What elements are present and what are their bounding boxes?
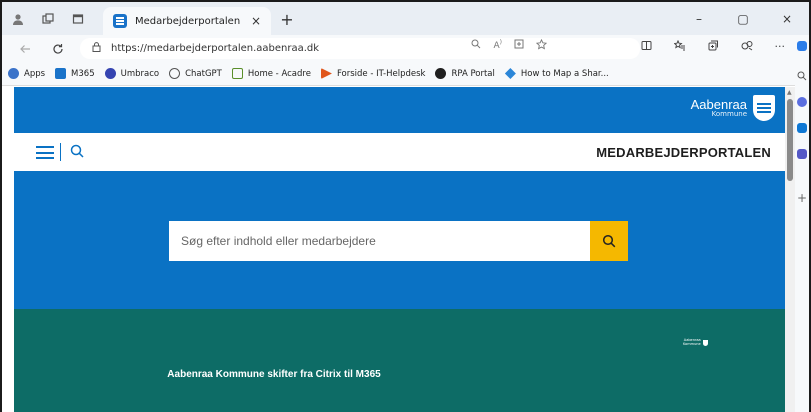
outlook-icon[interactable] [797, 123, 807, 133]
site-navbar: MEDARBEJDERPORTALEN [14, 133, 785, 171]
tab-title: Medarbejderportalen [135, 15, 241, 27]
rpa-icon [435, 68, 447, 79]
brand-sub: Kommune [711, 110, 747, 118]
tab-medarbejderportalen[interactable]: Medarbejderportalen × [103, 7, 271, 35]
app-available-icon[interactable] [514, 39, 524, 53]
minimize-button[interactable]: – [677, 2, 721, 35]
bookmark-label: Home - Acadre [247, 68, 311, 79]
mini-coat-of-arms-icon [702, 339, 708, 346]
favorites-icon[interactable] [672, 39, 686, 54]
collections-icon[interactable] [708, 40, 719, 54]
search-field-wrapper [169, 221, 590, 261]
bookmark-label: ChatGPT [185, 68, 222, 79]
menu-hamburger-icon[interactable] [36, 146, 54, 159]
new-tab-button[interactable]: + [278, 10, 296, 29]
window-close-button[interactable]: × [765, 2, 809, 35]
nav-search-icon[interactable] [70, 144, 84, 158]
tab-close-button[interactable]: × [247, 14, 265, 28]
news-headline[interactable]: Aabenraa Kommune skifter fra Citrix til … [14, 369, 534, 380]
bookmark-label: Apps [24, 68, 46, 79]
bookmark-acadre[interactable]: Home - Acadre [231, 68, 311, 79]
more-menu-icon[interactable]: ··· [775, 40, 786, 54]
profile-icon[interactable] [10, 11, 26, 27]
back-arrow-icon [20, 45, 30, 53]
news-logo-sub: Kommune [683, 341, 701, 346]
news-banner[interactable]: Aabenraa Kommune Aabenraa Kommune skifter… [14, 309, 785, 412]
url-text[interactable]: https://medarbejderportalen.aabenraa.dk [111, 43, 319, 54]
teams-icon[interactable] [797, 149, 807, 159]
page-scrollbar[interactable]: ▲ [785, 87, 795, 412]
add-sidebar-app-icon[interactable]: + [797, 192, 807, 204]
favorite-star-icon[interactable] [535, 38, 548, 53]
search-input[interactable] [181, 234, 590, 248]
site-favicon-icon [113, 14, 127, 28]
search-section [14, 171, 785, 309]
bookmark-sharepoint-map[interactable]: How to Map a Shar... [504, 68, 609, 79]
bookmark-it-helpdesk[interactable]: Forside - IT-Helpdesk [320, 68, 426, 79]
search-icon [602, 234, 616, 248]
tab-strip: Medarbejderportalen × + – ▢ × [2, 2, 809, 35]
bookmark-label: How to Map a Shar... [520, 68, 609, 79]
search-button[interactable] [590, 221, 628, 261]
edge-sidebar: + [795, 35, 809, 412]
bookmark-umbraco[interactable]: Umbraco [104, 68, 160, 79]
extensions-icon[interactable] [741, 40, 753, 54]
read-aloud-icon[interactable]: A) [493, 39, 502, 53]
bookmark-rpa-portal[interactable]: RPA Portal [435, 68, 495, 79]
apps-icon [8, 68, 19, 79]
tab-actions-icon[interactable] [70, 11, 86, 27]
bookmark-label: M365 [71, 68, 95, 79]
bookmarks-bar: Apps M365 Umbraco ChatGPT Home - Acadre … [2, 62, 809, 86]
zoom-icon[interactable] [471, 39, 481, 53]
bookmark-label: Umbraco [120, 68, 160, 79]
sidebar-search-icon[interactable] [797, 71, 807, 81]
coat-of-arms-icon [753, 95, 775, 121]
lock-icon [92, 42, 101, 55]
address-toolbar: https://medarbejderportalen.aabenraa.dk … [2, 35, 809, 62]
chatgpt-icon [169, 68, 181, 79]
m365-icon [55, 68, 67, 79]
nav-divider [60, 143, 61, 161]
refresh-icon [53, 44, 63, 54]
back-button[interactable] [16, 40, 34, 58]
sharepoint-map-icon [504, 68, 516, 79]
acadre-icon [231, 68, 243, 79]
refresh-button[interactable] [49, 40, 67, 58]
maximize-button[interactable]: ▢ [721, 2, 765, 35]
browser-window: Medarbejderportalen × + – ▢ × https://me… [0, 0, 811, 412]
split-screen-icon[interactable] [641, 40, 652, 54]
tools-icon[interactable] [797, 97, 807, 107]
site-header: Aabenraa Kommune [14, 87, 785, 133]
aabenraa-logo[interactable]: Aabenraa Kommune [691, 95, 775, 121]
address-bar[interactable]: https://medarbejderportalen.aabenraa.dk [80, 38, 640, 59]
scrollbar-thumb[interactable] [787, 99, 793, 181]
page-viewport: Aabenraa Kommune MEDARBEJDERPORTALEN Søg… [14, 87, 785, 412]
workspaces-icon[interactable] [40, 11, 56, 27]
page-title: MEDARBEJDERPORTALEN [596, 145, 771, 160]
copilot-icon[interactable] [797, 41, 807, 51]
news-logo: Aabenraa Kommune [683, 338, 708, 346]
helpdesk-icon [320, 68, 332, 79]
scroll-up-arrow-icon[interactable]: ▲ [787, 89, 792, 96]
bookmark-apps[interactable]: Apps [8, 68, 45, 79]
bookmark-m365[interactable]: M365 [55, 68, 95, 79]
bookmark-chatgpt[interactable]: ChatGPT [169, 68, 222, 79]
umbraco-icon [104, 68, 116, 79]
bookmark-label: Forside - IT-Helpdesk [336, 68, 426, 79]
bookmark-label: RPA Portal [451, 68, 495, 79]
